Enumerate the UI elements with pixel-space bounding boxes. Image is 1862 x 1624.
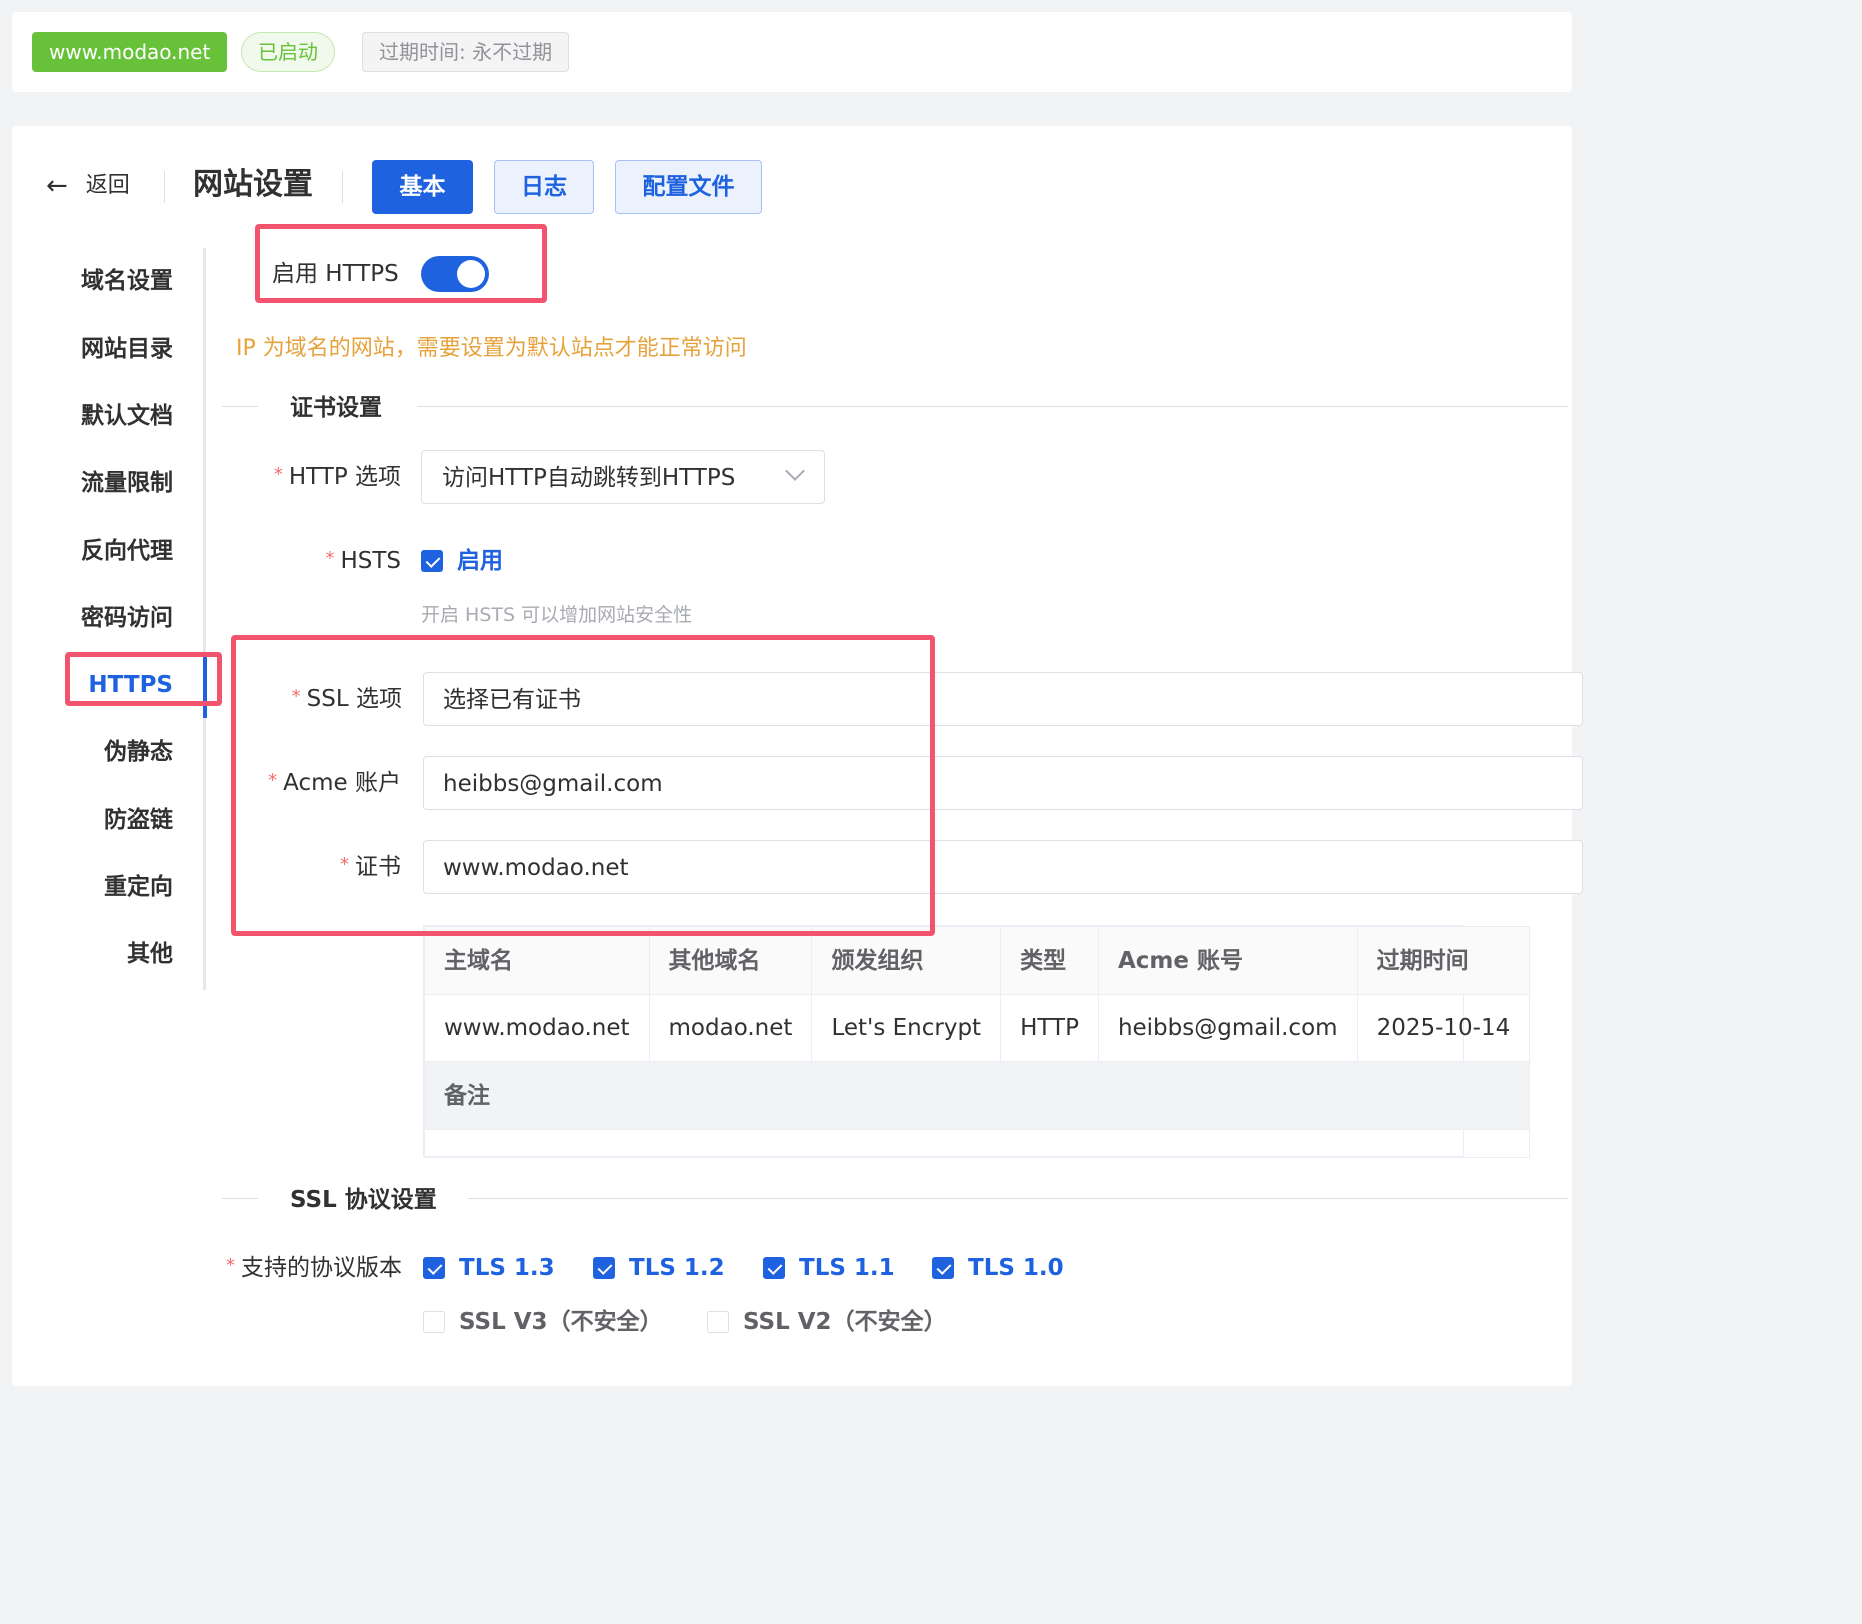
page-title: 网站设置 [193,167,313,202]
table-cell: HTTP [1000,994,1099,1062]
status-badge: 已启动 [241,32,335,72]
table-header-cell: 其他域名 [648,926,813,995]
table-cell: heibbs@gmail.com [1097,994,1358,1062]
http-option-value: 访问HTTP自动跳转到HTTPS [442,465,736,491]
checkbox-checked-icon [423,1257,445,1279]
required-asterisk: * [226,1255,235,1276]
tab-config-file[interactable]: 配置文件 [615,160,762,214]
hsts-checkbox-label: 启用 [457,548,503,574]
tab-logs[interactable]: 日志 [494,160,594,214]
sidebar-item-password-access[interactable]: 密码访问 [81,602,173,634]
required-asterisk: * [325,548,335,569]
table-header-cell: 备注 [423,1061,1531,1130]
sidebar-item-rewrite[interactable]: 伪静态 [104,736,173,768]
table-header-cell: 类型 [1000,926,1099,995]
sidebar-item-traffic-limit[interactable]: 流量限制 [81,467,173,499]
http-option-label: * HTTP 选项 [273,464,401,490]
table-cell: Let's Encrypt [811,994,1002,1062]
ip-warning-text: IP 为域名的网站，需要设置为默认站点才能正常访问 [236,336,747,361]
table-header-cell: 颁发组织 [811,926,1002,995]
table-header-cell: 过期时间 [1356,926,1531,995]
sidebar-item-directory[interactable]: 网站目录 [81,333,173,365]
sidebar-item-hotlink[interactable]: 防盗链 [104,804,173,836]
certificate-detail-table: 主域名 其他域名 颁发组织 类型 Acme 账号 过期时间 www.modao.… [423,925,1531,1158]
sslv2-label: SSL V2（不安全） [743,1309,947,1335]
sslv3-label: SSL V3（不安全） [459,1309,663,1335]
chevron-down-icon [785,461,805,481]
http-option-select[interactable]: 访问HTTP自动跳转到HTTPS [421,450,825,504]
cert-section-title: 证书设置 [290,395,382,421]
arrow-left-icon: ← [46,171,68,201]
sidebar-item-other[interactable]: 其他 [127,938,173,970]
highlight-box-https-toggle [255,224,547,303]
table-header-cell: Acme 账号 [1097,926,1358,995]
tls10-label: TLS 1.0 [968,1255,1064,1281]
ssl-protocol-section-title: SSL 协议设置 [290,1187,437,1213]
highlight-box-ssl-fields [231,635,935,936]
header-divider [164,171,165,203]
checkbox-checked-icon [593,1257,615,1279]
sidebar-item-reverse-proxy[interactable]: 反向代理 [81,535,173,567]
tls10-checkbox[interactable]: TLS 1.0 [932,1252,1064,1284]
tls12-checkbox[interactable]: TLS 1.2 [593,1252,725,1284]
table-cell: 2025-10-14 [1356,994,1531,1062]
checkbox-unchecked-icon [707,1311,729,1333]
sidebar-track [203,248,206,990]
hsts-checkbox[interactable]: 启用 [421,545,503,577]
highlight-box-https-menu [65,652,222,706]
checkbox-checked-icon [421,550,443,572]
divider-line [222,1198,258,1199]
table-remark-row [423,1129,1531,1158]
divider-line [468,1198,1568,1199]
table-header-row: 主域名 其他域名 颁发组织 类型 Acme 账号 过期时间 [424,926,1531,995]
checkbox-unchecked-icon [423,1311,445,1333]
table-cell: modao.net [648,994,813,1062]
required-asterisk: * [273,464,283,485]
hsts-hint: 开启 HSTS 可以增加网站安全性 [421,604,693,626]
sidebar-item-domain[interactable]: 域名设置 [81,265,173,297]
tls13-label: TLS 1.3 [459,1255,555,1281]
tls11-label: TLS 1.1 [799,1255,895,1281]
checkbox-checked-icon [932,1257,954,1279]
table-remark-header-row: 备注 [423,1061,1531,1130]
sidebar-item-redirect[interactable]: 重定向 [104,871,173,903]
sslv2-checkbox[interactable]: SSL V2（不安全） [707,1306,947,1338]
tls11-checkbox[interactable]: TLS 1.1 [763,1252,895,1284]
divider-line [417,406,1568,407]
table-row: www.modao.net modao.net Let's Encrypt HT… [424,994,1531,1062]
tab-basic[interactable]: 基本 [372,160,473,214]
sslv3-checkbox[interactable]: SSL V3（不安全） [423,1306,663,1338]
back-button[interactable]: ← 返回 [46,168,130,204]
table-cell [423,1129,1531,1158]
tls13-checkbox[interactable]: TLS 1.3 [423,1252,555,1284]
table-cell: www.modao.net [424,994,650,1062]
table-header-cell: 主域名 [424,926,650,995]
back-label: 返回 [85,173,130,198]
header-divider [342,171,343,203]
expire-badge: 过期时间: 永不过期 [362,32,570,72]
protocol-versions-label: * 支持的协议版本 [226,1255,402,1281]
domain-tag: www.modao.net [32,32,228,72]
tls12-label: TLS 1.2 [629,1255,725,1281]
hsts-label: * HSTS [325,548,401,574]
divider-line [222,406,258,407]
sidebar-item-default-doc[interactable]: 默认文档 [81,400,173,432]
checkbox-checked-icon [763,1257,785,1279]
